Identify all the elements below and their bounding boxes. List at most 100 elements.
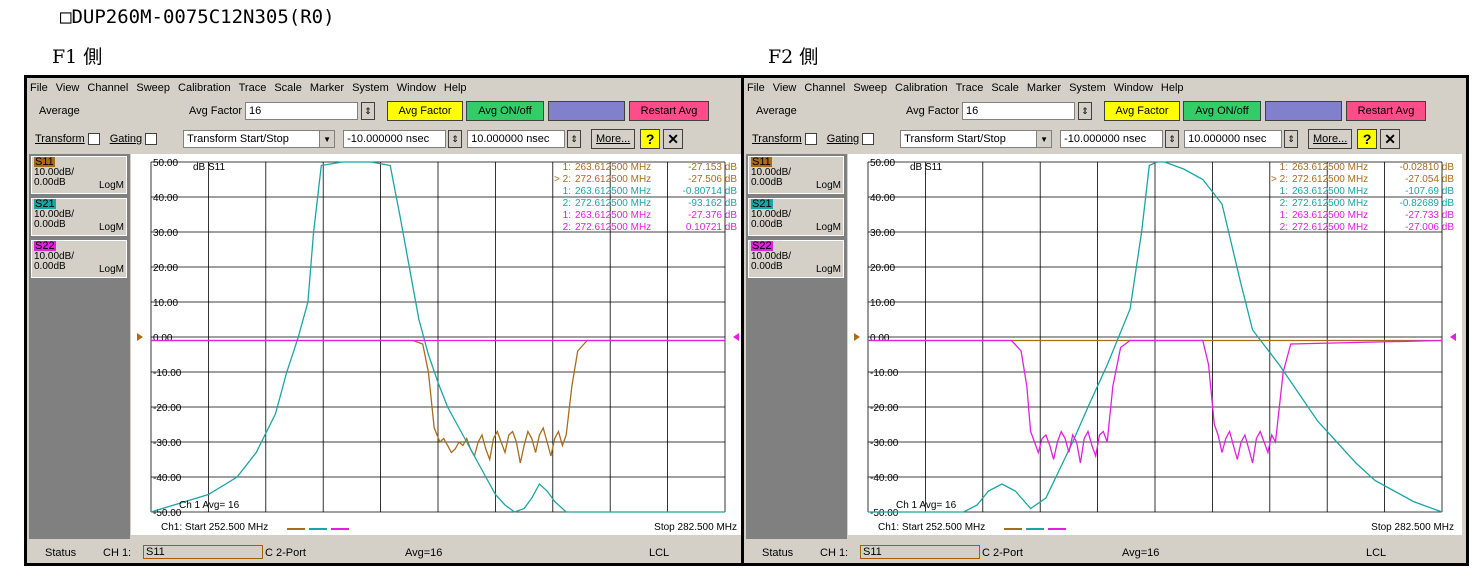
- menu-item-view[interactable]: View: [773, 82, 797, 94]
- start-time-spinner[interactable]: ⇕: [1165, 130, 1180, 148]
- trace-legend-swatch: [1048, 528, 1066, 530]
- status-lcl: LCL: [1366, 547, 1387, 559]
- menu-item-window[interactable]: Window: [397, 82, 436, 94]
- gating-checkbox[interactable]: [145, 133, 158, 145]
- plot-title: dB S11: [193, 162, 225, 173]
- trace-name: S22: [34, 240, 56, 252]
- menu-item-marker[interactable]: Marker: [310, 82, 344, 94]
- avg-factor-button[interactable]: Avg Factor: [387, 101, 463, 121]
- marker-value: -27.506 dB: [688, 174, 737, 185]
- menu-item-sweep[interactable]: Sweep: [136, 82, 170, 94]
- blank-softkey[interactable]: [1265, 101, 1342, 121]
- avg-factor-spinner[interactable]: ⇕: [361, 102, 375, 120]
- menu-item-calibration[interactable]: Calibration: [178, 82, 231, 94]
- close-icon[interactable]: ✕: [1380, 129, 1401, 149]
- blank-softkey[interactable]: [548, 101, 625, 121]
- menu-item-file[interactable]: File: [747, 82, 765, 94]
- plot-title: dB S11: [910, 162, 942, 173]
- menu-item-scale[interactable]: Scale: [274, 82, 302, 94]
- start-time-input[interactable]: -10.000000 nsec: [343, 130, 447, 148]
- trace-s11-box[interactable]: S11 10.00dB/0.00dB LogM: [31, 156, 127, 194]
- avg-factor-button[interactable]: Avg Factor: [1104, 101, 1180, 121]
- avg-factor-spinner[interactable]: ⇕: [1078, 102, 1092, 120]
- menu-item-channel[interactable]: Channel: [804, 82, 845, 94]
- menu-item-trace[interactable]: Trace: [239, 82, 267, 94]
- trace-panel: S11 10.00dB/0.00dB LogM S21 10.00dB/0.00dB Lo…: [746, 154, 847, 539]
- marker-value: -27.733 dB: [1405, 210, 1454, 221]
- menu-item-sweep[interactable]: Sweep: [853, 82, 887, 94]
- help-icon[interactable]: ?: [640, 129, 661, 149]
- trace-s21-box[interactable]: S21 10.00dB/0.00dB LogM: [748, 198, 844, 236]
- trace-s22-box[interactable]: S22 10.00dB/0.00dB LogM: [31, 240, 127, 278]
- avg-onoff-button[interactable]: Avg ON/off: [466, 101, 544, 121]
- sweep-footer: Ch1: Start 252.500 MHz Stop 282.500 MHz: [131, 521, 745, 535]
- menu-item-system[interactable]: System: [352, 82, 389, 94]
- close-icon[interactable]: ✕: [663, 129, 684, 149]
- trace-s21-box[interactable]: S21 10.00dB/0.00dB LogM: [31, 198, 127, 236]
- average-label: Average: [756, 105, 797, 117]
- stop-time-input[interactable]: 10.000000 nsec: [1184, 130, 1283, 148]
- marker-id: 1:: [1280, 186, 1288, 197]
- help-icon[interactable]: ?: [1357, 129, 1378, 149]
- menu-item-calibration[interactable]: Calibration: [895, 82, 948, 94]
- y-tick-label: 40.00: [153, 193, 178, 204]
- transform-checkbox[interactable]: [87, 133, 100, 145]
- stop-frequency: Stop 282.500 MHz: [1371, 522, 1454, 533]
- menu-item-trace[interactable]: Trace: [956, 82, 984, 94]
- gating-checkbox[interactable]: [862, 133, 875, 145]
- menu-item-channel[interactable]: Channel: [87, 82, 128, 94]
- marker-freq: 272.612500 MHz: [1292, 174, 1368, 185]
- gating-label-text: Gating: [826, 133, 860, 145]
- transform-softkey-row: Transform Gating Transform Start/Stop ▼ -10.…: [27, 127, 749, 151]
- trace-s22-box[interactable]: S22 10.00dB/0.00dB LogM: [748, 240, 844, 278]
- stop-frequency: Stop 282.500 MHz: [654, 522, 737, 533]
- transform-label: Transform: [35, 133, 85, 145]
- more-button[interactable]: More...: [591, 129, 636, 149]
- restart-avg-button[interactable]: Restart Avg: [629, 101, 709, 121]
- y-tick-label: 40.00: [870, 193, 895, 204]
- stop-time-input[interactable]: 10.000000 nsec: [467, 130, 566, 148]
- trace-legend-swatch: [331, 528, 349, 530]
- marker-freq: 263.612500 MHz: [1292, 210, 1368, 221]
- y-tick-label: 50.00: [870, 158, 895, 169]
- marker-value: -27.153 dB: [688, 162, 737, 173]
- plot-area[interactable]: 50.00 40.00 30.00 20.00 10.00 0.00 -10.00 -20.0…: [848, 154, 1462, 524]
- avg-factor-input[interactable]: 16: [962, 102, 1075, 120]
- trace-s11-box[interactable]: S11 10.00dB/0.00dB LogM: [748, 156, 844, 194]
- menu-item-window[interactable]: Window: [1114, 82, 1153, 94]
- menu-item-view[interactable]: View: [56, 82, 80, 94]
- restart-avg-button[interactable]: Restart Avg: [1346, 101, 1426, 121]
- marker-freq: 272.612500 MHz: [575, 198, 651, 209]
- marker-value: -27.376 dB: [688, 210, 737, 221]
- menu-item-file[interactable]: File: [30, 82, 48, 94]
- avg-factor-input[interactable]: 16: [245, 102, 358, 120]
- gating-label-text: Gating: [109, 133, 143, 145]
- transform-label: Transform: [752, 133, 802, 145]
- status-port: C 2-Port: [265, 547, 306, 559]
- more-button[interactable]: More...: [1308, 129, 1353, 149]
- marker-value: 0.10721 dB: [686, 222, 737, 233]
- y-tick-label: 30.00: [153, 228, 178, 239]
- stop-time-spinner[interactable]: ⇕: [1284, 130, 1299, 148]
- start-time-spinner[interactable]: ⇕: [448, 130, 463, 148]
- stop-time-spinner[interactable]: ⇕: [567, 130, 582, 148]
- status-parameter[interactable]: S11: [143, 545, 263, 559]
- start-time-input[interactable]: -10.000000 nsec: [1060, 130, 1164, 148]
- y-tick-label: -50.00: [870, 508, 899, 519]
- chevron-down-icon[interactable]: ▼: [319, 131, 335, 147]
- status-parameter[interactable]: S11: [860, 545, 980, 559]
- transform-checkbox[interactable]: [804, 133, 817, 145]
- ref-left-arrow-icon: [854, 333, 860, 341]
- avg-onoff-button[interactable]: Avg ON/off: [1183, 101, 1261, 121]
- menu-item-help[interactable]: Help: [444, 82, 467, 94]
- transform-select[interactable]: Transform Start/Stop ▼: [900, 130, 1053, 148]
- chevron-down-icon[interactable]: ▼: [1036, 131, 1052, 147]
- plot-area[interactable]: 50.00 40.00 30.00 20.00 10.00 0.00 -10.00 -20.0…: [131, 154, 745, 524]
- menu-item-system[interactable]: System: [1069, 82, 1106, 94]
- marker-value: -93.162 dB: [688, 198, 737, 209]
- menu-item-scale[interactable]: Scale: [991, 82, 1019, 94]
- transform-select[interactable]: Transform Start/Stop ▼: [183, 130, 336, 148]
- menu-item-marker[interactable]: Marker: [1027, 82, 1061, 94]
- menu-item-help[interactable]: Help: [1161, 82, 1184, 94]
- y-tick-label: 10.00: [870, 298, 895, 309]
